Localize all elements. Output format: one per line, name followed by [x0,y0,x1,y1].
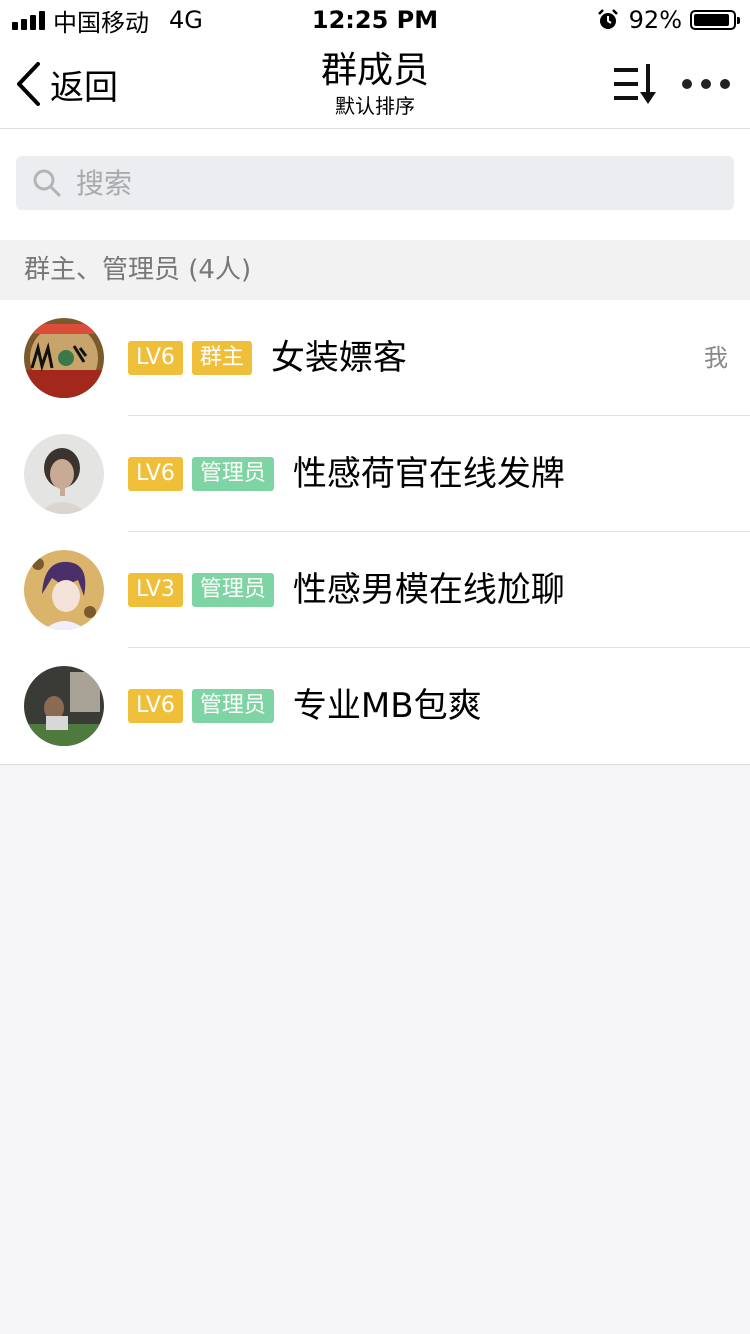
member-name: 性感荷官在线发牌 [292,454,565,494]
more-dot [682,79,692,89]
owner-badge: 群主 [191,341,252,375]
level-badge: LV6 [128,457,183,491]
member-row[interactable]: LV6 管理员 专业MB包爽 [0,648,750,764]
battery-percent: 92% [628,6,682,34]
member-row[interactable]: LV6 管理员 性感荷官在线发牌 [0,416,750,532]
search-input[interactable] [74,165,678,201]
status-right: 92% [597,6,740,34]
battery-icon [690,10,740,30]
member-name: 专业MB包爽 [292,686,482,726]
admin-badge: 管理员 [191,573,274,607]
admin-badge: 管理员 [191,689,274,723]
nav-bar: 返回 群成员 默认排序 [0,40,750,129]
section-header: 群主、管理员 (4人) [0,240,750,300]
sort-descending-icon[interactable] [612,62,658,106]
more-button[interactable] [682,68,730,100]
member-name: 性感男模在线尬聊 [292,570,565,610]
search-icon [33,169,61,197]
search-bar[interactable] [16,156,734,210]
avatar[interactable] [24,550,104,630]
alarm-icon [597,9,618,29]
more-dot [701,79,711,89]
level-badge: LV3 [128,573,183,607]
member-badges: LV6 管理员 性感荷官在线发牌 [128,454,565,494]
avatar[interactable] [24,318,104,398]
search-area [0,129,750,240]
member-list: LV6 群主 女装嫖客 我 LV6 管理员 性感荷官在线发牌 LV3 管理员 性… [0,300,750,765]
member-badges: LV6 管理员 专业MB包爽 [128,686,482,726]
level-badge: LV6 [128,689,183,723]
member-name: 女装嫖客 [270,338,407,378]
member-badges: LV6 群主 女装嫖客 [128,338,407,378]
more-dot [720,79,730,89]
admin-badge: 管理员 [191,457,274,491]
avatar[interactable] [24,434,104,514]
member-row[interactable]: LV6 群主 女装嫖客 我 [0,300,750,416]
level-badge: LV6 [128,341,183,375]
avatar[interactable] [24,666,104,746]
member-row[interactable]: LV3 管理员 性感男模在线尬聊 [0,532,750,648]
member-badges: LV3 管理员 性感男模在线尬聊 [128,570,565,610]
self-tag: 我 [704,344,728,372]
status-bar: 中国移动 4G 12:25 PM 92% [0,0,750,40]
